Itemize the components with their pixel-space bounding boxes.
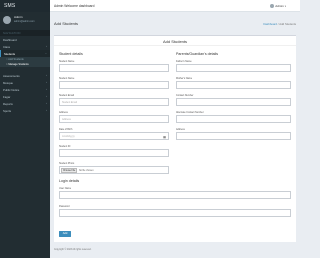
sidebar-item-mosque[interactable]: Mosque ‹	[0, 79, 50, 86]
page-title: Add Students	[54, 21, 79, 26]
field-label: Student Photo	[59, 162, 75, 165]
sidebar-item-label: Public Notice	[3, 87, 20, 92]
user-panel: Admin admin@admin.com	[0, 12, 50, 26]
sidebar-item-label: Students	[4, 51, 16, 56]
sidebar-item-class[interactable]: Class ‹	[0, 43, 50, 50]
content-header: Add Students Dashboard / Add Students	[54, 21, 296, 31]
field-label: Student ID	[59, 145, 71, 148]
form-title: Add Students	[54, 36, 296, 46]
sidebar-item-label: Class	[3, 44, 10, 49]
chevron-left-icon: ‹	[46, 95, 47, 98]
sidebar-item-public-notice[interactable]: Public Notice ‹	[0, 86, 50, 93]
username-input[interactable]	[59, 191, 291, 199]
login-details-heading: Login details	[59, 179, 80, 183]
chevron-left-icon: ‹	[46, 81, 47, 84]
sidebar-item-assessments[interactable]: Assessments ‹	[0, 72, 50, 79]
topbar-user-name: Admin	[275, 4, 284, 8]
calendar-icon[interactable]: ▦	[163, 133, 166, 141]
top-navbar: Admin Welcome dashboard Admin ▾	[50, 0, 300, 12]
caret-down-icon: ▾	[284, 4, 286, 8]
chevron-left-icon: ‹	[46, 102, 47, 105]
sidebar-item-reports[interactable]: Reports ‹	[0, 100, 50, 107]
add-student-form-card: Add Students Student details Parents/Gua…	[54, 35, 296, 242]
student-email-input[interactable]: Student Email	[59, 98, 169, 106]
chevron-left-icon: ‹	[46, 88, 47, 91]
user-email: admin@admin.com	[14, 19, 35, 23]
sidebar-item-students[interactable]: Students ⌄	[0, 50, 50, 57]
mother-name-field: Mother's Name	[176, 77, 291, 89]
student-address-input[interactable]: Address	[59, 115, 169, 123]
student-last-name-input[interactable]	[59, 81, 169, 89]
field-label: Mother's Name	[176, 77, 193, 80]
alternate-contact-input[interactable]	[176, 115, 291, 123]
user-menu[interactable]: Admin ▾	[269, 4, 286, 8]
alternate-contact-field: Alternate Contact Number	[176, 111, 291, 123]
chevron-left-icon: ‹	[46, 45, 47, 48]
contact-number-input[interactable]	[176, 98, 291, 106]
brand-logo[interactable]: SMS	[0, 0, 50, 12]
field-label: Password	[59, 205, 70, 208]
parent-details-heading: Parents/Guardian's details	[176, 52, 219, 56]
date-of-birth-field: Date of Birth mm/dd/yyyy ▦	[59, 128, 169, 140]
choose-file-button[interactable]: Choose File	[61, 168, 78, 173]
file-status: No file chosen	[78, 170, 94, 172]
date-of-birth-input[interactable]: mm/dd/yyyy ▦	[59, 132, 169, 140]
field-label: Alternate Contact Number	[176, 111, 204, 114]
father-name-input[interactable]	[176, 64, 291, 72]
father-name-field: Father's Name	[176, 60, 291, 72]
student-address-field: Address Address	[59, 111, 169, 123]
student-details-heading: Student details	[59, 52, 83, 56]
sidebar-item-dashboard[interactable]: Dashboard	[0, 36, 50, 43]
sidebar-item-label: Mosque	[3, 80, 13, 85]
breadcrumb-current: Add Students	[279, 22, 296, 26]
sidebar-item-label: Fagar	[3, 94, 11, 99]
student-id-input[interactable]	[59, 149, 169, 157]
sidebar-item-label: Dashboard	[3, 37, 17, 42]
password-input[interactable]	[59, 209, 291, 217]
student-last-name-field: Student Name	[59, 77, 169, 89]
mother-name-input[interactable]	[176, 81, 291, 89]
footer-copyright: Copyright © 2023 All rights reserved.	[54, 249, 92, 251]
student-email-field: Student Email Student Email	[59, 94, 169, 106]
student-id-field: Student ID	[59, 145, 169, 157]
sidebar: SMS Admin admin@admin.com NAVIGATION Das…	[0, 0, 50, 258]
sidebar-item-label: Sports	[3, 108, 12, 113]
parent-address-input[interactable]	[176, 132, 291, 140]
student-photo-field: Student Photo Choose File No file chosen	[59, 162, 169, 174]
date-placeholder: mm/dd/yyyy	[62, 135, 75, 138]
sidebar-item-fagar[interactable]: Fagar ‹	[0, 93, 50, 100]
sidebar-item-label: Reports	[3, 101, 13, 106]
parent-address-field: Address	[176, 128, 291, 140]
avatar	[269, 4, 274, 8]
field-label: User Name	[59, 187, 72, 190]
sidebar-item-sports[interactable]: Sports ‹	[0, 107, 50, 114]
student-photo-input: Choose File No file chosen	[59, 166, 169, 174]
add-student-button[interactable]: Add	[59, 231, 71, 237]
student-first-name-input[interactable]	[59, 64, 169, 72]
breadcrumb-home-link[interactable]: Dashboard	[263, 22, 277, 26]
field-label: Student Name	[59, 77, 75, 80]
student-first-name-field: Student Name	[59, 60, 169, 72]
field-label: Address	[176, 128, 185, 131]
field-label: Address	[59, 111, 68, 114]
breadcrumb: Dashboard / Add Students	[263, 22, 296, 26]
field-label: Student Email	[59, 94, 74, 97]
sidebar-item-label: Assessments	[3, 73, 20, 78]
field-label: Date of Birth	[59, 128, 73, 131]
username-field: User Name	[59, 187, 291, 199]
chevron-left-icon: ‹	[46, 109, 47, 112]
topbar-title: Admin Welcome dashboard	[54, 4, 95, 8]
password-field: Password	[59, 205, 291, 217]
field-label: Student Name	[59, 60, 75, 63]
chevron-down-icon: ⌄	[44, 52, 47, 55]
chevron-left-icon: ‹	[46, 74, 47, 77]
avatar	[3, 15, 11, 24]
contact-number-field: Contact Number	[176, 94, 291, 106]
field-label: Contact Number	[176, 94, 194, 97]
field-label: Father's Name	[176, 60, 192, 63]
